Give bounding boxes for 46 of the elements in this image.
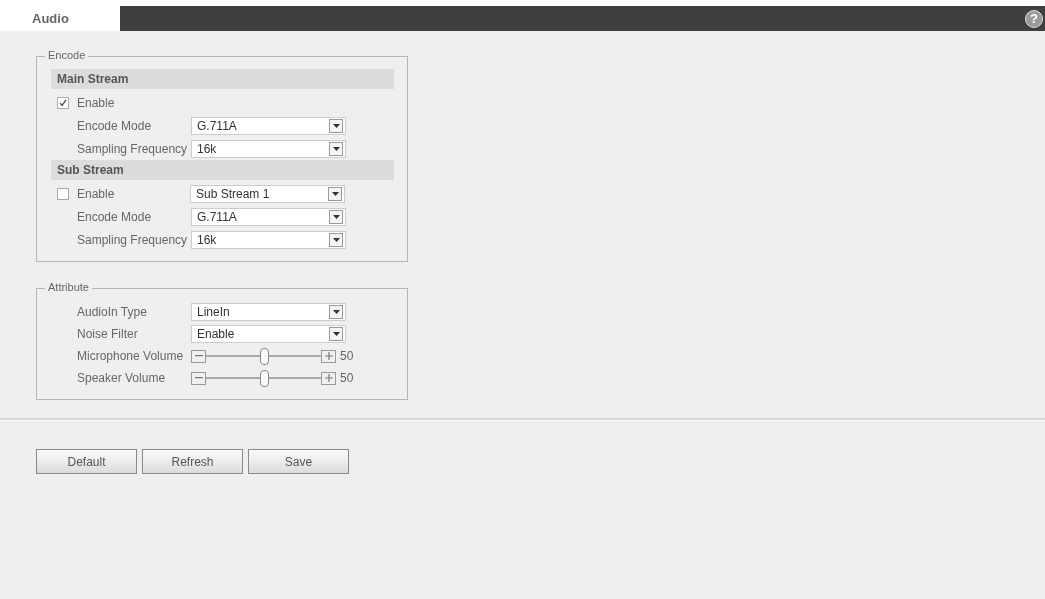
action-button[interactable]: Refresh — [142, 449, 243, 474]
dropdown[interactable]: 16k — [191, 139, 346, 158]
field-label: AudioIn Type — [76, 305, 148, 319]
dropdown[interactable]: 16k — [191, 230, 346, 249]
plus-icon — [324, 352, 333, 360]
field-label: Sampling Frequency — [76, 232, 189, 247]
caret-icon — [329, 305, 343, 319]
dropdown[interactable]: Enable — [191, 325, 346, 343]
field-label: Microphone Volume — [76, 349, 185, 363]
field-label: Encode Mode — [76, 209, 153, 224]
field-label: Speaker Volume — [76, 371, 167, 385]
volume-value: 50 — [340, 371, 354, 385]
minus-button[interactable] — [191, 349, 206, 363]
plus-button[interactable] — [321, 371, 336, 385]
volume-value: 50 — [340, 349, 354, 363]
tab[interactable]: Audio — [0, 6, 120, 31]
dropdown[interactable]: LineIn — [191, 303, 346, 321]
checkbox-label: Enable — [77, 95, 115, 110]
plus-icon — [324, 374, 333, 382]
slider-thumb[interactable] — [259, 369, 269, 387]
group-title: Encode — [45, 49, 89, 61]
dropdown[interactable]: G.711A — [191, 116, 346, 135]
section-header: Sub Stream — [51, 160, 394, 180]
caret-icon — [329, 232, 343, 247]
group-title: Attribute — [45, 281, 92, 293]
checkbox[interactable] — [57, 96, 69, 109]
caret-icon — [329, 141, 343, 156]
minus-icon — [194, 377, 203, 379]
checkbox[interactable] — [57, 187, 69, 200]
dropdown[interactable]: Sub Stream 1 — [190, 184, 345, 203]
caret-icon — [329, 209, 343, 224]
section-header: Main Stream — [51, 69, 394, 89]
caret-icon — [329, 327, 343, 341]
slider-thumb[interactable] — [259, 347, 269, 365]
plus-button[interactable] — [321, 349, 336, 363]
minus-button[interactable] — [191, 371, 206, 385]
action-button[interactable]: Default — [36, 449, 137, 474]
minus-icon — [194, 355, 203, 357]
checkbox-label: Enable — [77, 186, 115, 201]
action-button[interactable]: Save — [248, 449, 349, 474]
dropdown[interactable]: G.711A — [191, 207, 346, 226]
field-label: Encode Mode — [76, 118, 153, 133]
caret-icon — [328, 186, 342, 201]
field-label: Noise Filter — [76, 327, 139, 341]
field-label: Sampling Frequency — [76, 141, 189, 156]
caret-icon — [329, 118, 343, 133]
